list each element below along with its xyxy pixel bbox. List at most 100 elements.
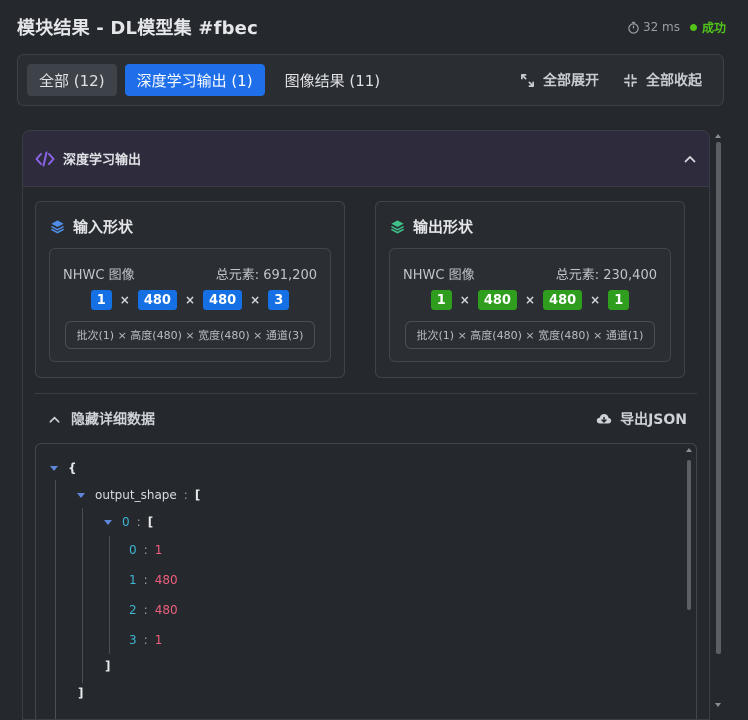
json-open-brace: { <box>68 461 77 475</box>
status-text: 成功 <box>701 20 726 35</box>
json-viewer: { output_shape : [ 0 : [ 0 : 1 1 : 480 2… <box>35 443 697 719</box>
json-item: 1 : 480 <box>129 570 178 590</box>
json-colon: : <box>143 573 148 587</box>
collapse-icon <box>623 73 638 88</box>
tab-deep-learning-output[interactable]: 深度学习输出 (1) <box>124 64 265 96</box>
input-dim-height: 480 <box>137 290 177 310</box>
tab-image-results[interactable]: 图像结果 (11) <box>273 64 393 96</box>
tree-guide <box>82 508 83 683</box>
caret-down-icon[interactable] <box>50 465 58 471</box>
json-item: 2 : 480 <box>129 600 178 620</box>
input-shape-body: NHWC 图像 总元素: 691,200 1 × 480 × 480 × 3 批… <box>49 248 331 362</box>
page-title: 模块结果 - DL模型集 #fbec <box>17 18 258 39</box>
json-value: 480 <box>154 573 178 587</box>
json-item: 0 : 1 <box>129 540 162 560</box>
code-icon <box>35 151 55 167</box>
input-format: NHWC 图像 <box>63 268 135 283</box>
export-json-label: 导出JSON <box>620 412 687 428</box>
json-colon: : <box>136 515 141 529</box>
output-shape-title-text: 输出形状 <box>413 218 474 236</box>
input-shape-title: 输入形状 <box>50 216 133 237</box>
output-dim-height: 480 <box>477 290 517 310</box>
tree-guide <box>109 536 110 654</box>
output-dim-width: 480 <box>543 290 583 310</box>
input-dim-channels: 3 <box>268 290 290 310</box>
json-index: 0 <box>122 515 130 529</box>
hide-details-label: 隐藏详细数据 <box>71 412 155 428</box>
json-index: 2 <box>129 603 137 617</box>
collapse-all-label: 全部收起 <box>646 73 702 89</box>
status-dot-icon <box>689 23 697 31</box>
elapsed-time-text: 32 ms <box>642 20 680 34</box>
json-colon: : <box>143 543 148 557</box>
status-badge: 成功 <box>689 19 726 36</box>
hide-details-toggle[interactable]: 隐藏详细数据 <box>48 409 155 429</box>
chevron-up-icon[interactable] <box>683 152 697 166</box>
chevron-up-icon <box>48 413 61 426</box>
times-symbol: × <box>459 293 470 307</box>
scroll-up-icon[interactable] <box>715 134 721 138</box>
input-dims: 1 × 480 × 480 × 3 <box>50 290 330 310</box>
input-shape-title-text: 输入形状 <box>73 218 134 236</box>
input-total-elements: 总元素: 691,200 <box>215 268 317 283</box>
output-format: NHWC 图像 <box>403 268 475 283</box>
json-index: 1 <box>129 573 137 587</box>
json-open-bracket: [ <box>194 488 201 502</box>
json-key: output_shape <box>95 488 177 502</box>
json-value: 480 <box>154 603 178 617</box>
tab-all[interactable]: 全部 (12) <box>27 64 117 96</box>
tab-actions: 全部展开 全部收起 <box>520 70 714 90</box>
input-dim-batch: 1 <box>90 290 112 310</box>
json-value: 1 <box>154 633 163 647</box>
deep-learning-output-panel: 深度学习输出 输入形状 NHWC 图像 总元素: 691,200 1 × 480… <box>22 130 710 720</box>
panel-header[interactable]: 深度学习输出 <box>23 131 709 187</box>
json-value: 1 <box>154 543 163 557</box>
scroll-down-icon[interactable] <box>715 703 721 707</box>
json-close-line: ] <box>105 656 110 676</box>
layers-icon <box>50 219 65 234</box>
output-dims: 1 × 480 × 480 × 1 <box>390 290 670 310</box>
input-dim-width: 480 <box>203 290 243 310</box>
cloud-download-icon <box>596 412 612 426</box>
json-colon: : <box>143 603 148 617</box>
panel-scroll-thumb[interactable] <box>716 142 721 654</box>
json-close-bracket: ] <box>105 659 111 673</box>
expand-all-button[interactable]: 全部展开 <box>520 70 599 90</box>
output-shape-desc: 批次(1) × 高度(480) × 宽度(480) × 通道(1) <box>405 321 655 349</box>
json-root-line[interactable]: { <box>50 458 77 478</box>
times-symbol: × <box>524 293 536 307</box>
times-symbol: × <box>250 293 261 307</box>
json-index0-line[interactable]: 0 : [ <box>104 512 153 532</box>
elapsed-time: 32 ms <box>627 20 680 34</box>
json-open-bracket: [ <box>147 515 154 529</box>
export-json-button[interactable]: 导出JSON <box>596 409 687 429</box>
caret-down-icon[interactable] <box>104 519 112 525</box>
scroll-up-icon[interactable] <box>686 448 692 452</box>
output-dim-batch: 1 <box>430 290 452 310</box>
input-shape-desc: 批次(1) × 高度(480) × 宽度(480) × 通道(3) <box>65 321 315 349</box>
output-shape-head: NHWC 图像 总元素: 230,400 <box>403 264 657 283</box>
caret-down-icon[interactable] <box>77 492 85 498</box>
output-shape-card: 输出形状 NHWC 图像 总元素: 230,400 1 × 480 × 480 … <box>375 201 685 378</box>
json-scroll-thumb[interactable] <box>687 460 691 610</box>
expand-all-label: 全部展开 <box>543 73 599 89</box>
title-bar: 模块结果 - DL模型集 #fbec 32 ms 成功 <box>0 0 748 54</box>
tab-bar: 全部 (12) 深度学习输出 (1) 图像结果 (11) 全部展开 全部收起 <box>17 54 724 106</box>
output-shape-body: NHWC 图像 总元素: 230,400 1 × 480 × 480 × 1 批… <box>389 248 671 362</box>
input-shape-card: 输入形状 NHWC 图像 总元素: 691,200 1 × 480 × 480 … <box>35 201 345 378</box>
json-colon: : <box>183 488 188 502</box>
tree-guide <box>55 480 56 719</box>
detail-row: 隐藏详细数据 导出JSON <box>48 409 687 429</box>
times-symbol: × <box>590 293 601 307</box>
output-dim-channels: 1 <box>608 290 630 310</box>
json-close-line: ] <box>78 683 83 703</box>
json-close-bracket: ] <box>78 686 84 700</box>
input-shape-head: NHWC 图像 总元素: 691,200 <box>63 264 317 283</box>
json-index: 0 <box>129 543 137 557</box>
json-index: 3 <box>129 633 137 647</box>
json-output-shape-line[interactable]: output_shape : [ <box>77 485 200 505</box>
panel-title: 深度学习输出 <box>63 153 142 168</box>
json-item: 3 : 1 <box>129 630 162 650</box>
timer-icon <box>627 21 640 34</box>
collapse-all-button[interactable]: 全部收起 <box>623 70 702 90</box>
